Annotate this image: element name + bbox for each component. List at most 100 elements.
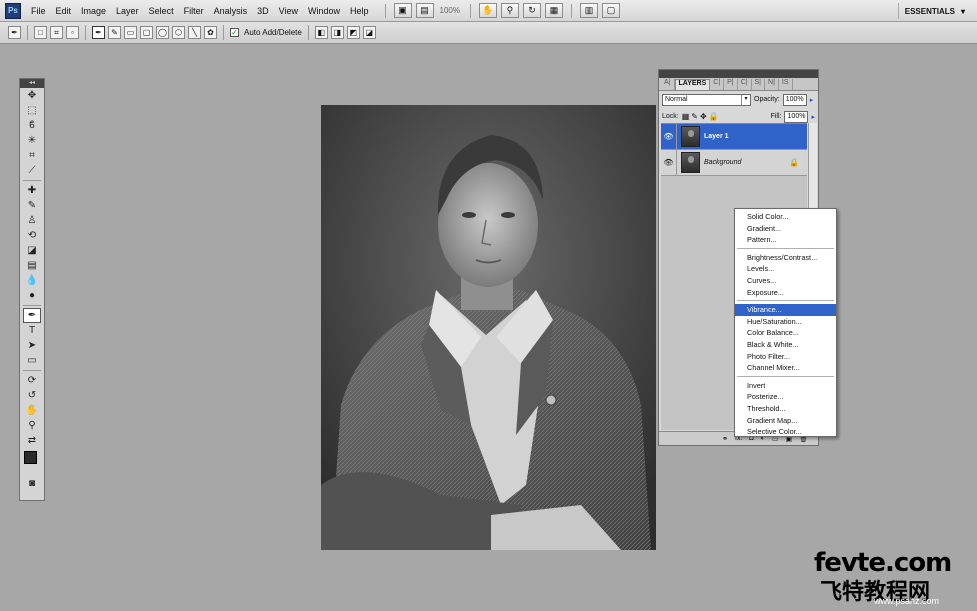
menu-item-vibrance[interactable]: Vibrance... [735, 304, 836, 316]
workspace-switcher[interactable]: ESSENTIALS ▾ [897, 3, 971, 19]
menu-edit[interactable]: Edit [56, 6, 80, 16]
line-icon[interactable]: ╲ [188, 26, 201, 39]
menu-item-levels[interactable]: Levels... [735, 263, 836, 275]
lock-transparency-icon[interactable]: ▦ [682, 112, 690, 121]
link-layers-icon[interactable]: ⚭ [722, 435, 728, 443]
menu-item-posterize[interactable]: Posterize... [735, 391, 836, 403]
shape-tool-icon[interactable]: ▭ [23, 353, 41, 368]
menu-layer[interactable]: Layer [116, 6, 147, 16]
menu-view[interactable]: View [279, 6, 306, 16]
menu-item-pattern[interactable]: Pattern... [735, 234, 836, 246]
combine-add-icon[interactable]: ◧ [314, 26, 328, 39]
eye-icon[interactable]: 👁 [661, 149, 677, 176]
menu-item-gradient-map[interactable]: Gradient Map... [735, 415, 836, 427]
crop-tool-icon[interactable]: ⌗ [23, 148, 41, 163]
default-colors-icon[interactable]: ⇄ [23, 433, 41, 448]
tab-1[interactable]: LAYERS [674, 79, 711, 90]
collapse-icon[interactable]: ◂◂ [20, 79, 44, 88]
menu-item-photo-filter[interactable]: Photo Filter... [735, 351, 836, 363]
tab-6[interactable]: N| [765, 79, 779, 90]
custom-shape-icon[interactable]: ✿ [204, 26, 217, 39]
shape-layers-icon[interactable]: □ [34, 26, 47, 39]
blur-tool-icon[interactable]: 💧 [23, 273, 41, 288]
menu-3d[interactable]: 3D [257, 6, 277, 16]
gradient-tool-icon[interactable]: ▤ [23, 258, 41, 273]
rotate-view-icon[interactable]: ↻ [522, 3, 541, 18]
menu-item-threshold[interactable]: Threshold... [735, 403, 836, 415]
path-selection-tool-icon[interactable]: ➤ [23, 338, 41, 353]
menu-item-gradient[interactable]: Gradient... [735, 223, 836, 235]
move-tool-icon[interactable]: ✥ [23, 88, 41, 103]
fill-field[interactable]: 100% [784, 110, 809, 123]
grid-icon[interactable]: ▦ [544, 3, 563, 18]
pen-tool-icon[interactable]: ✒ [23, 308, 41, 323]
opacity-field[interactable]: 100% [782, 93, 807, 106]
layer-row[interactable]: 👁 Background 🔒 [661, 149, 807, 176]
launch-bridge-icon[interactable]: ▣ [393, 3, 412, 18]
foreground-color[interactable] [24, 451, 37, 464]
combine-subtract-icon[interactable]: ◨ [330, 26, 344, 39]
3d-orbit-tool-icon[interactable]: ↺ [23, 388, 41, 403]
polygon-icon[interactable]: ⬡ [172, 26, 185, 39]
paths-icon[interactable]: ⌗ [50, 26, 63, 39]
hand-tool-icon[interactable]: ✋ [478, 3, 497, 18]
eye-icon[interactable]: 👁 [661, 123, 677, 150]
menu-file[interactable]: File [31, 6, 54, 16]
eraser-tool-icon[interactable]: ◪ [23, 243, 41, 258]
eyedropper-tool-icon[interactable]: ⟋ [23, 163, 41, 178]
history-brush-tool-icon[interactable]: ⟲ [23, 228, 41, 243]
panel-title-bar[interactable] [659, 70, 818, 78]
tab-4[interactable]: C| [738, 79, 752, 90]
document-canvas[interactable] [321, 105, 656, 550]
rectangle-icon[interactable]: ▭ [124, 26, 137, 39]
ellipse-icon[interactable]: ◯ [156, 26, 169, 39]
lock-all-icon[interactable]: 🔒 [709, 112, 719, 121]
menu-item-brightness-contrast[interactable]: Brightness/Contrast... [735, 252, 836, 264]
clone-stamp-tool-icon[interactable]: ♙ [23, 213, 41, 228]
lock-position-icon[interactable]: ✥ [700, 112, 707, 121]
tab-5[interactable]: S| [752, 79, 766, 90]
menu-window[interactable]: Window [308, 6, 348, 16]
dodge-tool-icon[interactable]: ● [23, 288, 41, 303]
freeform-pen-icon[interactable]: ✎ [108, 26, 121, 39]
menu-select[interactable]: Select [149, 6, 182, 16]
tab-7[interactable]: IS [779, 79, 793, 90]
pen-icon[interactable]: ✒ [92, 26, 105, 39]
menu-item-solid-color[interactable]: Solid Color... [735, 211, 836, 223]
magic-wand-tool-icon[interactable]: ✳ [23, 133, 41, 148]
layer-row[interactable]: 👁 Layer 1 [661, 123, 807, 150]
opacity-slider-icon[interactable]: ▸ [810, 96, 814, 104]
rounded-rectangle-icon[interactable]: ▢ [140, 26, 153, 39]
menu-item-color-balance[interactable]: Color Balance... [735, 327, 836, 339]
marquee-tool-icon[interactable]: ⬚ [23, 103, 41, 118]
menu-item-black-white[interactable]: Black & White... [735, 339, 836, 351]
hand-tool-icon[interactable]: ✋ [23, 403, 41, 418]
lock-pixels-icon[interactable]: ✎ [691, 112, 698, 121]
fill-slider-icon[interactable]: ▸ [811, 113, 815, 121]
menu-item-invert[interactable]: Invert [735, 380, 836, 392]
menu-item-curves[interactable]: Curves... [735, 275, 836, 287]
tab-3[interactable]: P| [724, 79, 738, 90]
tab-2[interactable]: C| [710, 79, 725, 90]
zoom-level[interactable]: 100% [440, 6, 460, 15]
auto-add-delete-checkbox[interactable]: ✓ [230, 28, 239, 37]
menu-item-channel-mixer[interactable]: Channel Mixer... [735, 362, 836, 374]
screen-mode-icon[interactable]: ▢ [601, 3, 620, 18]
arrange-documents-icon[interactable]: ▥ [579, 3, 598, 18]
fill-pixels-icon[interactable]: ▫ [66, 26, 79, 39]
type-tool-icon[interactable]: T [23, 323, 41, 338]
menu-item-hue-saturation[interactable]: Hue/Saturation... [735, 316, 836, 328]
lasso-tool-icon[interactable]: ϐ [23, 118, 41, 133]
menu-image[interactable]: Image [81, 6, 114, 16]
menu-item-selective-color[interactable]: Selective Color... [735, 426, 836, 438]
combine-intersect-icon[interactable]: ◩ [346, 26, 360, 39]
menu-help[interactable]: Help [350, 6, 377, 16]
combine-exclude-icon[interactable]: ◪ [362, 26, 376, 39]
quick-mask-icon[interactable]: ◙ [23, 476, 41, 491]
zoom-tool-icon[interactable]: ⚲ [23, 418, 41, 433]
view-extras-icon[interactable]: ▤ [415, 3, 434, 18]
healing-brush-tool-icon[interactable]: ✚ [23, 183, 41, 198]
zoom-tool-icon[interactable]: ⚲ [500, 3, 519, 18]
menu-item-exposure[interactable]: Exposure... [735, 287, 836, 299]
pen-tool-preset-icon[interactable]: ✒ [8, 26, 21, 39]
